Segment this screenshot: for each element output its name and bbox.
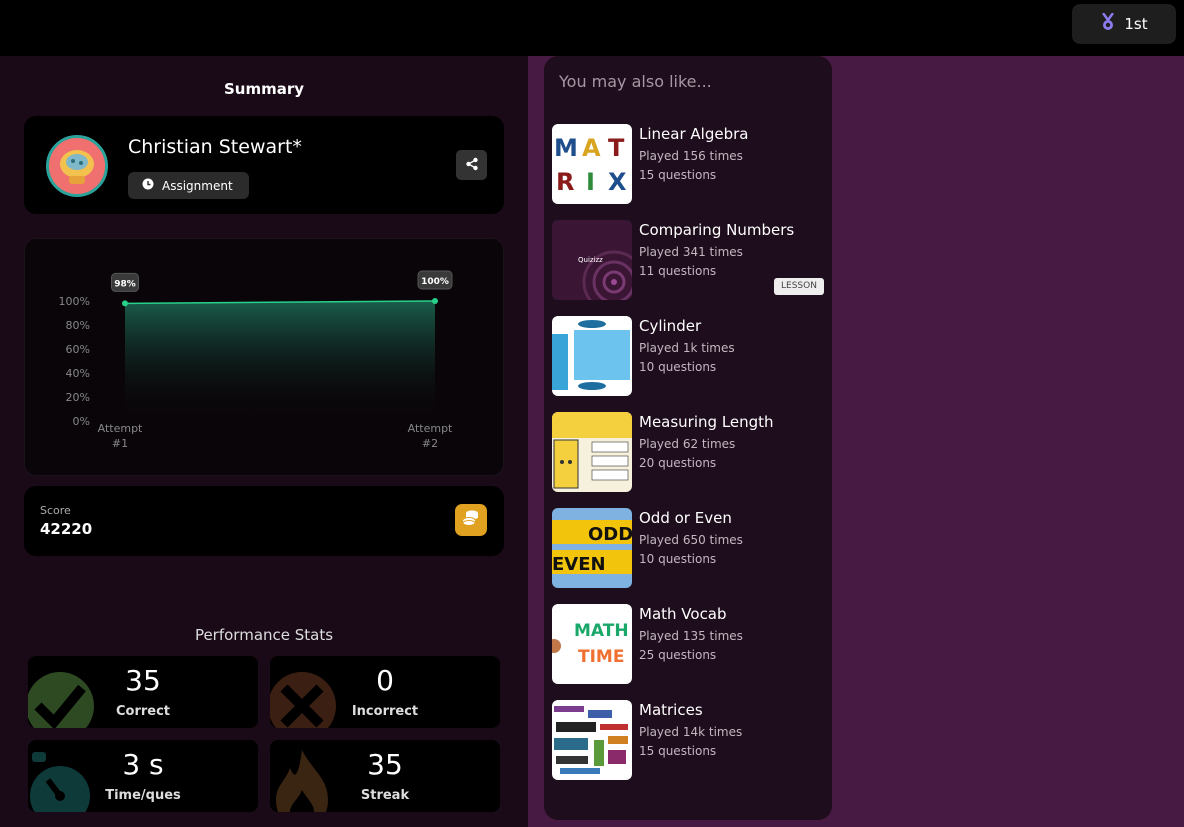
recommendation-played: Played 341 times bbox=[639, 245, 743, 259]
svg-text:R: R bbox=[556, 168, 574, 196]
y-tick-label: 40% bbox=[66, 367, 90, 380]
x-tick-label: #2 bbox=[422, 437, 438, 450]
y-tick-label: 20% bbox=[66, 391, 90, 404]
time-label: Time/ques bbox=[105, 788, 181, 803]
data-label: 100% bbox=[421, 277, 449, 287]
data-point bbox=[122, 300, 128, 307]
recommendation-title: Math Vocab bbox=[639, 605, 727, 623]
recommendation-played: Played 156 times bbox=[639, 149, 743, 163]
incorrect-count: 0 bbox=[376, 664, 394, 697]
recommendation-questions: 11 questions bbox=[639, 264, 717, 278]
recommendation-title: Linear Algebra bbox=[639, 125, 749, 143]
x-tick-label: Attempt bbox=[98, 422, 143, 435]
recommendation-played: Played 1k times bbox=[639, 341, 735, 355]
recommendation-questions: 15 questions bbox=[639, 168, 717, 182]
odd-or-even-thumbnail: ODD EVEN bbox=[552, 508, 632, 588]
svg-text:M: M bbox=[554, 134, 578, 162]
recommendations-panel: You may also like... M A T R I X Linear … bbox=[544, 56, 832, 820]
recommendation-title: Matrices bbox=[639, 701, 703, 719]
recommendation-questions: 20 questions bbox=[639, 456, 717, 470]
coins-icon bbox=[461, 509, 481, 531]
even-word: EVEN bbox=[552, 554, 606, 575]
recommendation-played: Played 135 times bbox=[639, 629, 743, 643]
svg-text:X: X bbox=[608, 168, 627, 196]
x-tick-label: Attempt bbox=[408, 422, 453, 435]
clock-icon bbox=[142, 178, 154, 193]
linear-algebra-thumbnail: M A T R I X bbox=[552, 124, 632, 204]
y-tick-label: 80% bbox=[66, 319, 90, 332]
y-tick-label: 60% bbox=[66, 343, 90, 356]
top-bar: 1st bbox=[0, 0, 1184, 56]
cylinder-thumbnail bbox=[552, 316, 632, 396]
coin-button[interactable] bbox=[455, 504, 487, 536]
y-tick-label: 100% bbox=[59, 295, 90, 308]
avatar bbox=[46, 135, 108, 197]
assignment-label: Assignment bbox=[162, 178, 233, 193]
recommendation-card-comparing-numbers[interactable]: Quizizz Comparing Numbers Played 341 tim… bbox=[552, 220, 824, 300]
recommendations-heading: You may also like... bbox=[559, 72, 712, 91]
stat-incorrect: 0 Incorrect bbox=[270, 656, 500, 728]
performance-stats-title: Performance Stats bbox=[194, 626, 334, 644]
streak-count: 35 bbox=[367, 748, 403, 781]
recommendation-questions: 25 questions bbox=[639, 648, 717, 662]
measuring-length-thumbnail bbox=[552, 412, 632, 492]
comparing-numbers-thumbnail: Quizizz bbox=[552, 220, 632, 300]
rank-badge[interactable]: 1st bbox=[1072, 4, 1176, 44]
matrices-thumbnail bbox=[552, 700, 632, 780]
score-value: 42220 bbox=[40, 520, 93, 538]
recommendation-title: Odd or Even bbox=[639, 509, 732, 527]
recommendation-played: Played 62 times bbox=[639, 437, 736, 451]
recommendation-title: Measuring Length bbox=[639, 413, 774, 431]
recommendation-questions: 10 questions bbox=[639, 360, 717, 374]
stat-correct: 35 Correct bbox=[28, 656, 258, 728]
share-icon bbox=[465, 156, 479, 175]
y-tick-label: 0% bbox=[73, 415, 90, 428]
recommendation-questions: 10 questions bbox=[639, 552, 717, 566]
series-area bbox=[125, 301, 435, 421]
math-vocab-thumbnail: MATH TIME bbox=[552, 604, 632, 684]
attempts-chart-svg: 100% 80% 60% 40% 20% 0% 98% Attempt #1 100% Attemp… bbox=[59, 270, 453, 450]
attempts-chart: 100% 80% 60% 40% 20% 0% 98% Attempt #1 100% Attemp… bbox=[24, 238, 504, 476]
recommendation-card-measuring-length[interactable]: Measuring Length Played 62 times 20 ques… bbox=[552, 412, 824, 492]
score-card: Score 42220 bbox=[24, 486, 504, 556]
odd-word: ODD bbox=[588, 524, 632, 545]
profile-card: Christian Stewart* Assignment bbox=[24, 116, 504, 214]
rank-text: 1st bbox=[1124, 15, 1148, 33]
recommendation-title: Cylinder bbox=[639, 317, 702, 335]
recommendation-card-matrices[interactable]: Matrices Played 14k times 15 questions bbox=[552, 700, 824, 780]
player-name: Christian Stewart* bbox=[128, 136, 302, 158]
recommendation-played: Played 650 times bbox=[639, 533, 743, 547]
time-per-question: 3 s bbox=[122, 748, 164, 781]
recommendation-card-linear-algebra[interactable]: M A T R I X Linear Algebra Played 156 ti… bbox=[552, 124, 824, 204]
recommendation-card-math-vocab[interactable]: MATH TIME Math Vocab Played 135 times 25… bbox=[552, 604, 824, 684]
time-word: TIME bbox=[578, 647, 624, 667]
svg-text:A: A bbox=[582, 134, 601, 162]
data-label: 98% bbox=[114, 279, 136, 289]
quizizz-logo-text: Quizizz bbox=[578, 256, 603, 264]
correct-label: Correct bbox=[115, 704, 171, 719]
medal-icon bbox=[1100, 12, 1116, 35]
data-point bbox=[432, 298, 438, 304]
summary-panel: Summary Christian Stewart* Assignment 10… bbox=[0, 56, 528, 827]
stat-streak: 35 Streak bbox=[270, 740, 500, 812]
recommendation-title: Comparing Numbers bbox=[639, 221, 795, 239]
math-word: MATH bbox=[574, 621, 629, 641]
score-label: Score bbox=[40, 504, 71, 517]
x-tick-label: #1 bbox=[112, 437, 128, 450]
recommendation-card-cylinder[interactable]: Cylinder Played 1k times 10 questions bbox=[552, 316, 824, 396]
svg-text:T: T bbox=[608, 134, 625, 162]
recommendation-questions: 15 questions bbox=[639, 744, 717, 758]
recommendation-played: Played 14k times bbox=[639, 725, 743, 739]
streak-label: Streak bbox=[360, 788, 410, 803]
svg-text:I: I bbox=[586, 168, 595, 196]
correct-count: 35 bbox=[125, 664, 161, 697]
assignment-badge: Assignment bbox=[128, 172, 249, 199]
lesson-tag: LESSON bbox=[774, 278, 824, 295]
share-button[interactable] bbox=[456, 150, 487, 180]
recommendation-card-odd-or-even[interactable]: ODD EVEN Odd or Even Played 650 times 10… bbox=[552, 508, 824, 588]
stat-time: 3 s Time/ques bbox=[28, 740, 258, 812]
summary-title: Summary bbox=[223, 80, 305, 98]
incorrect-label: Incorrect bbox=[351, 704, 419, 719]
